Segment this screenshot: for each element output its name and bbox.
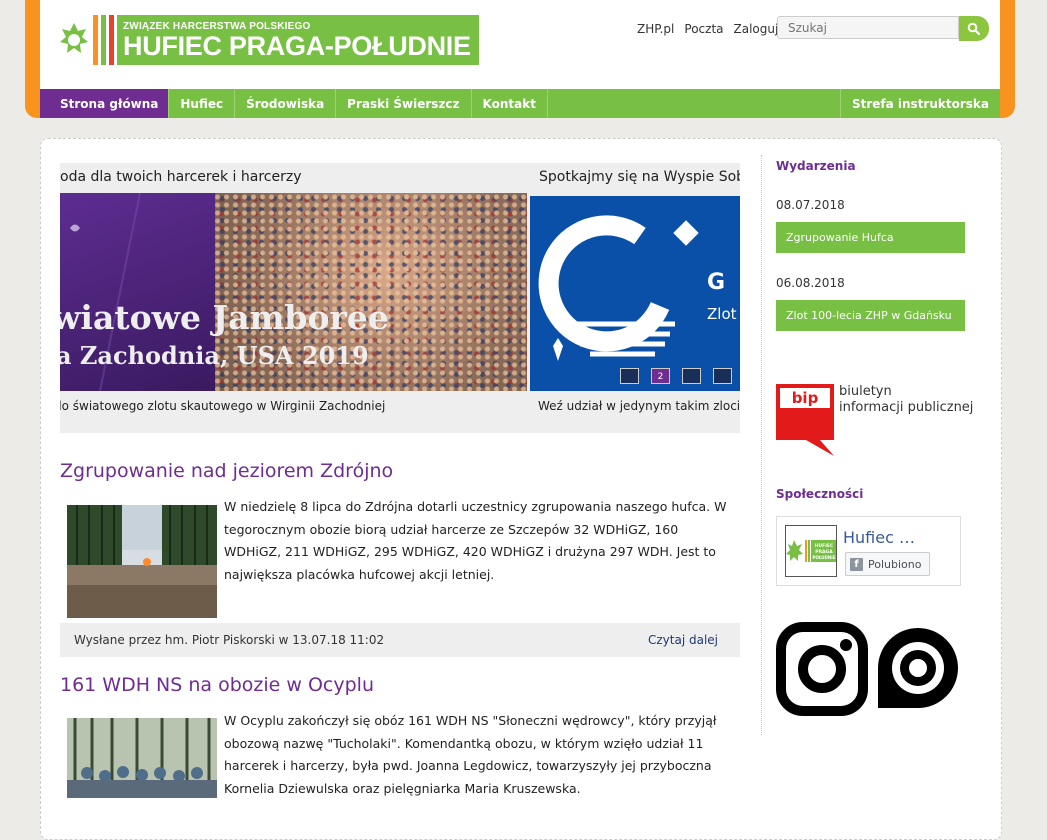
search-input[interactable] [777, 16, 959, 39]
search-icon [967, 22, 981, 35]
logo-stripes [93, 15, 117, 65]
bip-link[interactable]: bip biuletyn informacji publicznej [776, 384, 976, 456]
bip-label: biuletyn informacji publicznej [839, 384, 973, 416]
top-link-poczta[interactable]: Poczta [684, 22, 723, 36]
svg-text:bip: bip [792, 389, 819, 407]
events-heading: Wydarzenia [776, 159, 856, 173]
article-excerpt: W niedzielę 8 lipca do Zdrójna dotarli u… [224, 499, 727, 582]
issuu-icon[interactable] [878, 628, 958, 708]
search-button[interactable] [959, 16, 989, 41]
top-links: ZHP.pl Poczta Zaloguj [637, 22, 778, 36]
svg-text:G: G [707, 270, 725, 295]
svg-text:HUFIEC: HUFIEC [815, 543, 834, 549]
nav-item-praski-swierszcz[interactable]: Praski Świerszcz [336, 89, 472, 118]
slide-image-text-2: a Zachodnia, USA 2019 [60, 341, 369, 370]
slider-dot[interactable] [682, 368, 701, 384]
sidebar-divider [761, 155, 762, 735]
header: ZWIĄZEK HARCERSTWA POLSKIEGO HUFIEC PRAG… [40, 0, 1000, 89]
facebook-like-label: Polubiono [868, 557, 922, 571]
nav-item-home[interactable]: Strona główna [40, 89, 170, 118]
nav-item-srodowiska[interactable]: Środowiska [235, 89, 337, 118]
nav-item-kontakt[interactable]: Kontakt [472, 89, 548, 118]
slide-caption: Weź udział w jedynym takim zlocie [538, 399, 740, 413]
logo-wordmark: ZWIĄZEK HARCERSTWA POLSKIEGO HUFIEC PRAG… [117, 15, 479, 65]
social-heading: Społeczności [776, 487, 864, 501]
zlot-logo-icon: G Zlot [538, 215, 737, 361]
event-link[interactable]: Zgrupowanie Hufca [776, 222, 965, 253]
top-link-zaloguj[interactable]: Zaloguj [734, 22, 779, 36]
instagram-icon[interactable] [776, 622, 868, 716]
slider-pager: 2 [620, 368, 732, 384]
bip-line-2: informacji publicznej [839, 400, 974, 415]
article-title[interactable]: 161 WDH NS na obozie w Ocyplu [60, 674, 374, 696]
nav-item-hufiec[interactable]: Hufiec [169, 89, 236, 118]
article-thumbnail[interactable] [67, 505, 217, 618]
logo-unit-name: HUFIEC PRAGA-POŁUDNIE [123, 30, 471, 61]
slide-title[interactable]: oda dla twoich harcerek i harcerzy [60, 169, 301, 185]
bip-line-1: biuletyn [839, 384, 892, 399]
news-slider: oda dla twoich harcerek i harcerzy wiato… [60, 163, 740, 433]
search-box [777, 16, 989, 41]
article-title[interactable]: Zgrupowanie nad jeziorem Zdrójno [60, 460, 393, 482]
facebook-page-widget: HUFIEC PRAGA POŁUDNIE Hufiec … f Polubio… [776, 516, 961, 586]
bip-logo-icon: bip [776, 384, 834, 456]
article-byline: Wysłane przez hm. Piotr Piskorski w 13.0… [74, 633, 385, 647]
slider-dot[interactable] [713, 368, 732, 384]
facebook-icon: f [850, 557, 863, 571]
slide-caption: do światowego zlotu skautowego w Wirgini… [60, 399, 386, 413]
nav-item-strefa-instruktorska[interactable]: Strefa instruktorska [839, 89, 1000, 118]
article-thumbnail[interactable] [67, 718, 217, 798]
event-date: 06.08.2018 [776, 276, 845, 290]
logo-org-name: ZWIĄZEK HARCERSTWA POLSKIEGO [123, 20, 311, 32]
slide-title[interactable]: Spotkajmy się na Wyspie Sobie [539, 169, 740, 185]
event-date: 08.07.2018 [776, 198, 845, 212]
facebook-page-avatar[interactable]: HUFIEC PRAGA POŁUDNIE [785, 525, 837, 577]
svg-text:Zlot: Zlot [707, 305, 737, 323]
top-link-zhp[interactable]: ZHP.pl [637, 22, 674, 36]
slide-image-zlot[interactable]: G Zlot [530, 196, 740, 391]
site-logo[interactable]: ZWIĄZEK HARCERSTWA POLSKIEGO HUFIEC PRAG… [55, 15, 479, 65]
svg-text:POŁUDNIE: POŁUDNIE [813, 555, 836, 560]
zhp-cross-icon [55, 15, 93, 65]
slide-image-text-1: wiatowe Jamboree [60, 298, 389, 337]
slider-dot-active[interactable]: 2 [651, 368, 670, 384]
facebook-like-button[interactable]: f Polubiono [845, 552, 931, 576]
slider-dot[interactable] [620, 368, 639, 384]
article-excerpt: W Ocyplu zakończył się obóz 161 WDH NS "… [224, 713, 717, 796]
slide-image-jamboree[interactable]: wiatowe Jamboree a Zachodnia, USA 2019 [60, 193, 527, 391]
facebook-page-name[interactable]: Hufiec … [843, 528, 915, 547]
main-nav: Strona główna Hufiec Środowiska Praski Ś… [40, 89, 1000, 118]
article-footer: Wysłane przez hm. Piotr Piskorski w 13.0… [60, 623, 740, 657]
read-more-link[interactable]: Czytaj dalej [648, 633, 718, 647]
event-link[interactable]: Zlot 100-lecia ZHP w Gdańsku [776, 300, 965, 331]
